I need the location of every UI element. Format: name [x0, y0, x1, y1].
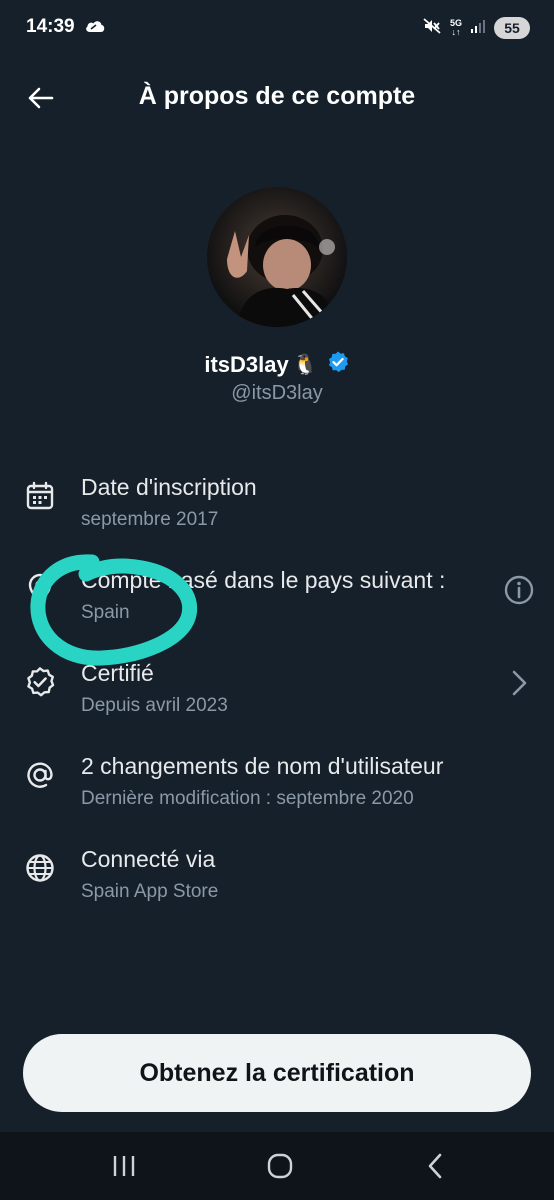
avatar[interactable] [207, 187, 347, 327]
verified-badge-icon [24, 666, 56, 698]
info-title: Certifié [81, 660, 154, 686]
calendar-icon [24, 480, 56, 512]
signal-icon [470, 18, 486, 39]
location-icon [24, 573, 56, 605]
info-subtitle: Spain [81, 602, 130, 623]
info-subtitle: septembre 2017 [81, 509, 219, 530]
page-title: À propos de ce compte [138, 82, 416, 110]
system-nav-bar [0, 1132, 554, 1200]
info-icon[interactable] [502, 573, 536, 607]
at-sign-icon [24, 759, 56, 791]
info-subtitle: Depuis avril 2023 [81, 695, 228, 716]
home-icon[interactable] [260, 1146, 300, 1186]
mute-icon [422, 16, 442, 41]
info-title: 2 changements de nom d'utilisateur [81, 753, 444, 779]
info-title: Connecté via [81, 846, 216, 872]
info-subtitle: Dernière modification : septembre 2020 [81, 788, 414, 809]
info-item-country: Compte basé dans le pays suivant : Spain [0, 567, 554, 647]
cloud-icon [84, 18, 106, 39]
info-item-username-changes: 2 changements de nom d'utilisateur Derni… [0, 753, 554, 833]
display-name-row: itsD3lay 🐧 [0, 350, 554, 379]
status-bar: 14:39 5G ↓↑ 55 [0, 0, 554, 56]
status-indicators: 5G ↓↑ 55 [422, 14, 530, 42]
network-label: 5G [449, 18, 462, 28]
info-subtitle: Spain App Store [81, 881, 219, 902]
name-emoji: 🐧 [292, 354, 318, 376]
status-time: 14:39 [26, 16, 75, 37]
back-nav-icon[interactable] [416, 1146, 456, 1186]
display-name: itsD3lay [204, 351, 289, 377]
battery-indicator: 55 [494, 17, 530, 39]
network-type: 5G ↓↑ [449, 18, 462, 37]
info-title: Compte basé dans le pays suivant : [81, 567, 446, 593]
chevron-right-icon[interactable] [502, 666, 536, 700]
info-title: Date d'inscription [81, 474, 257, 500]
info-item-verified[interactable]: Certifié Depuis avril 2023 [0, 660, 554, 740]
info-item-connected-via: Connecté via Spain App Store [0, 846, 554, 926]
info-item-join-date: Date d'inscription septembre 2017 [0, 474, 554, 554]
get-verified-button[interactable]: Obtenez la certification [23, 1034, 531, 1112]
recent-apps-icon[interactable] [104, 1146, 144, 1186]
globe-icon [24, 852, 56, 884]
username-handle: @itsD3lay [231, 382, 323, 404]
header: À propos de ce compte [0, 60, 554, 132]
verified-badge-icon[interactable] [326, 350, 350, 379]
